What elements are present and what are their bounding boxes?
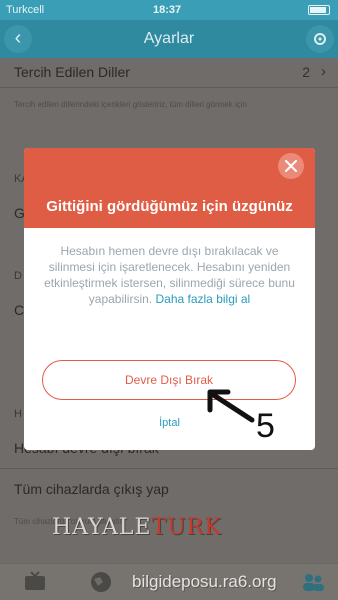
section-header-d: D (14, 270, 22, 282)
globe-icon[interactable] (88, 570, 114, 594)
deactivate-button[interactable]: Devre Dışı Bırak (42, 360, 296, 400)
dialog-message: Hesabın hemen devre dışı bırakılacak ve … (42, 243, 297, 307)
logout-all-devices-label: Tüm cihazlarda çıkış yap (14, 481, 169, 497)
preferred-languages-row[interactable]: Tercih Edilen Diller 2 › (0, 63, 338, 80)
preferred-languages-count: 2 (302, 64, 310, 80)
dialog-header: Gittiğini gördüğümüz için üzgünüz (24, 148, 315, 228)
status-bar: Turkcell 18:37 (0, 0, 338, 20)
deactivate-dialog: Gittiğini gördüğümüz için üzgünüz Hesabı… (24, 148, 315, 450)
gear-icon[interactable] (306, 25, 334, 53)
carrier-name: Turkcell (6, 4, 45, 16)
watermark-logo: HAYALETURK (52, 515, 222, 540)
logout-all-devices-row[interactable]: Tüm cihazlarda çıkış yap (0, 481, 338, 497)
preferred-languages-note: Tercih edilen dillerindeki içerikleri gö… (14, 100, 247, 109)
clock: 18:37 (153, 4, 182, 16)
nav-bar: ‹ Ayarlar (0, 20, 338, 58)
close-icon[interactable] (278, 153, 304, 179)
preferred-languages-label: Tercih Edilen Diller (14, 64, 130, 80)
tv-icon[interactable] (22, 570, 48, 594)
chevron-right-icon: › (321, 63, 326, 80)
watermark-site: bilgideposu.ra6.org (132, 572, 277, 591)
section-header-h: H (14, 408, 22, 420)
annotation-arrow-icon (207, 389, 255, 423)
learn-more-link[interactable]: Daha fazla bilgi al (155, 292, 250, 306)
dialog-title: Gittiğini gördüğümüz için üzgünüz (46, 198, 293, 215)
page-title: Ayarlar (143, 30, 195, 47)
settings-row-c-label: C (14, 302, 25, 318)
step-number: 5 (256, 407, 275, 445)
battery-icon (308, 5, 330, 15)
people-icon[interactable] (300, 570, 326, 594)
